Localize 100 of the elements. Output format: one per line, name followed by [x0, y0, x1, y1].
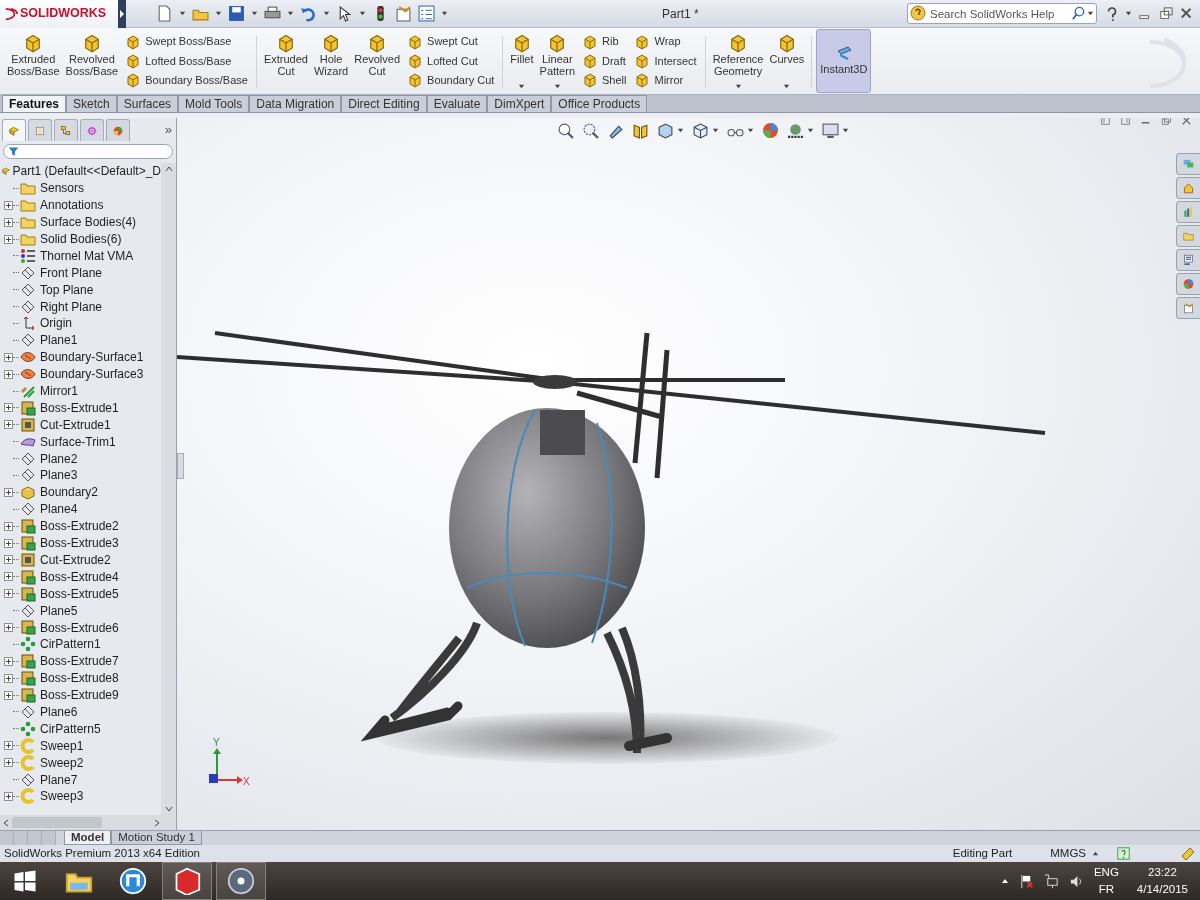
- tab[interactable]: Model: [64, 831, 112, 845]
- tree-item[interactable]: Annotations: [40, 196, 104, 215]
- monitor-icon[interactable]: [822, 122, 839, 139]
- magnifier-icon[interactable]: [582, 122, 599, 139]
- tree-item[interactable]: Thornel Mat VMA: [40, 246, 134, 265]
- ribbon-button[interactable]: Revolved Cut: [351, 30, 404, 94]
- ribbon-button[interactable]: Lofted Cut: [407, 51, 495, 71]
- ribbon-button[interactable]: Rib: [582, 32, 627, 52]
- ribbon-button[interactable]: Extruded Cut: [260, 30, 311, 94]
- expand-toggle[interactable]: [4, 369, 13, 379]
- ribbon-button[interactable]: Linear Pattern: [536, 30, 578, 94]
- caret-icon[interactable]: [359, 10, 366, 17]
- caret-icon[interactable]: [553, 82, 561, 90]
- expand-toggle[interactable]: [4, 656, 13, 666]
- ribbon-button[interactable]: Hole Wizard: [310, 30, 352, 94]
- caret-icon[interactable]: [179, 10, 186, 17]
- task-pane-tab[interactable]: [1176, 273, 1200, 295]
- expand-toggle[interactable]: [4, 758, 13, 768]
- tree-item[interactable]: Cut-Extrude1: [40, 415, 111, 434]
- restore-icon[interactable]: [1158, 6, 1174, 21]
- tile-icon[interactable]: [1101, 118, 1113, 128]
- tree-item[interactable]: Plane4: [40, 500, 78, 519]
- sphere-icon[interactable]: [762, 122, 779, 139]
- caret-icon[interactable]: [287, 10, 294, 17]
- tree-item[interactable]: Solid Bodies(6): [40, 230, 122, 248]
- caret-icon[interactable]: [677, 127, 684, 134]
- tab[interactable]: Motion Study 1: [111, 831, 202, 845]
- tab[interactable]: Direct Editing: [341, 95, 427, 112]
- expand-toggle[interactable]: [4, 420, 13, 430]
- expand-toggle[interactable]: [4, 741, 13, 751]
- vertical-scrollbar[interactable]: [161, 163, 176, 815]
- ribbon-button[interactable]: Wrap: [634, 32, 697, 52]
- caret-up-icon[interactable]: [1000, 877, 1009, 885]
- tree-item[interactable]: Origin: [40, 314, 72, 333]
- tab[interactable]: Surfaces: [116, 95, 179, 112]
- expand-toggle[interactable]: [4, 690, 13, 700]
- caret-icon[interactable]: [734, 82, 742, 90]
- magnifier-icon[interactable]: [557, 122, 574, 139]
- tree-item[interactable]: Plane6: [40, 702, 78, 721]
- caret-icon[interactable]: [712, 127, 719, 134]
- caret-up-icon[interactable]: [1092, 850, 1099, 858]
- caret-icon[interactable]: [518, 82, 526, 90]
- tab[interactable]: Features: [2, 95, 67, 112]
- ribbon-button[interactable]: Boundary Boss/Base: [125, 70, 248, 90]
- ribbon-button[interactable]: Swept Cut: [407, 32, 495, 52]
- caret-icon[interactable]: [783, 82, 791, 90]
- clock-time[interactable]: 23:22: [1148, 864, 1177, 881]
- cube-icon[interactable]: [692, 122, 709, 139]
- ribbon-button[interactable]: Intersect: [634, 51, 697, 71]
- ribbon-button[interactable]: Curves: [766, 30, 808, 94]
- tree-item[interactable]: CirPattern1: [40, 635, 101, 654]
- expand-toggle[interactable]: [4, 403, 13, 413]
- caret-icon[interactable]: [323, 10, 330, 17]
- expand-toggle[interactable]: [4, 589, 13, 599]
- tree-item[interactable]: Sensors: [40, 179, 85, 198]
- panels-icon[interactable]: [632, 122, 649, 139]
- expand-toggle[interactable]: [4, 791, 13, 801]
- tree-item[interactable]: Boundary-Surface3: [40, 365, 144, 384]
- tree-item[interactable]: Plane2: [40, 449, 78, 468]
- tree-item[interactable]: Boss-Extrude7: [40, 652, 119, 671]
- ribbon-button[interactable]: Revolved Boss/Base: [62, 30, 122, 94]
- expand-toggle[interactable]: [4, 234, 13, 244]
- ribbon-button[interactable]: Reference Geometry: [709, 30, 767, 94]
- tree-item[interactable]: Boss-Extrude8: [40, 669, 119, 688]
- tree-item[interactable]: Boundary2: [40, 483, 99, 502]
- clock-date[interactable]: 4/14/2015: [1136, 881, 1188, 898]
- tab[interactable]: Evaluate: [426, 95, 488, 112]
- scene-icon[interactable]: [787, 122, 804, 139]
- panel-tab[interactable]: [54, 119, 78, 141]
- expand-toggle[interactable]: [4, 487, 13, 497]
- ribbon-button[interactable]: Boundary Cut: [407, 70, 495, 90]
- ribbon-button[interactable]: Swept Boss/Base: [125, 32, 248, 52]
- undo-icon[interactable]: [300, 5, 317, 22]
- scroll-left-icon[interactable]: [3, 818, 9, 827]
- panel-tab[interactable]: [2, 119, 26, 141]
- tree-item[interactable]: Boss-Extrude1: [40, 398, 119, 417]
- tree-item[interactable]: Surface-Trim1: [40, 432, 116, 451]
- expand-toggle[interactable]: [4, 555, 13, 565]
- tree-item[interactable]: Boss-Extrude6: [40, 618, 119, 637]
- tree-item[interactable]: Boundary-Surface1: [40, 348, 144, 367]
- tab[interactable]: Sketch: [66, 95, 117, 112]
- ribbon-button[interactable]: Draft: [582, 51, 627, 71]
- tab[interactable]: Data Migration: [249, 95, 342, 112]
- units-selector[interactable]: MMGS: [1050, 844, 1086, 863]
- tree-item[interactable]: Boss-Extrude4: [40, 567, 119, 586]
- menu-arrow-icon[interactable]: [118, 0, 126, 28]
- tile-icon[interactable]: [1121, 118, 1133, 128]
- panel-collapse-handle[interactable]: [177, 453, 184, 479]
- restore-icon[interactable]: [1161, 118, 1174, 128]
- tree-item[interactable]: Plane1: [40, 331, 78, 350]
- checklist-icon[interactable]: [418, 5, 435, 22]
- expand-toggle[interactable]: [4, 521, 13, 531]
- tab[interactable]: DimXpert: [487, 95, 552, 112]
- tree-item[interactable]: Mirror1: [40, 382, 78, 401]
- tree-item[interactable]: Cut-Extrude2: [40, 550, 111, 569]
- tree-item[interactable]: Part1 (Default<<Default>_D: [12, 163, 161, 181]
- help-icon[interactable]: [1105, 5, 1119, 22]
- scroll-up-icon[interactable]: [164, 166, 173, 172]
- flag-icon[interactable]: [1018, 873, 1034, 889]
- tree-item[interactable]: Top Plane: [40, 280, 94, 299]
